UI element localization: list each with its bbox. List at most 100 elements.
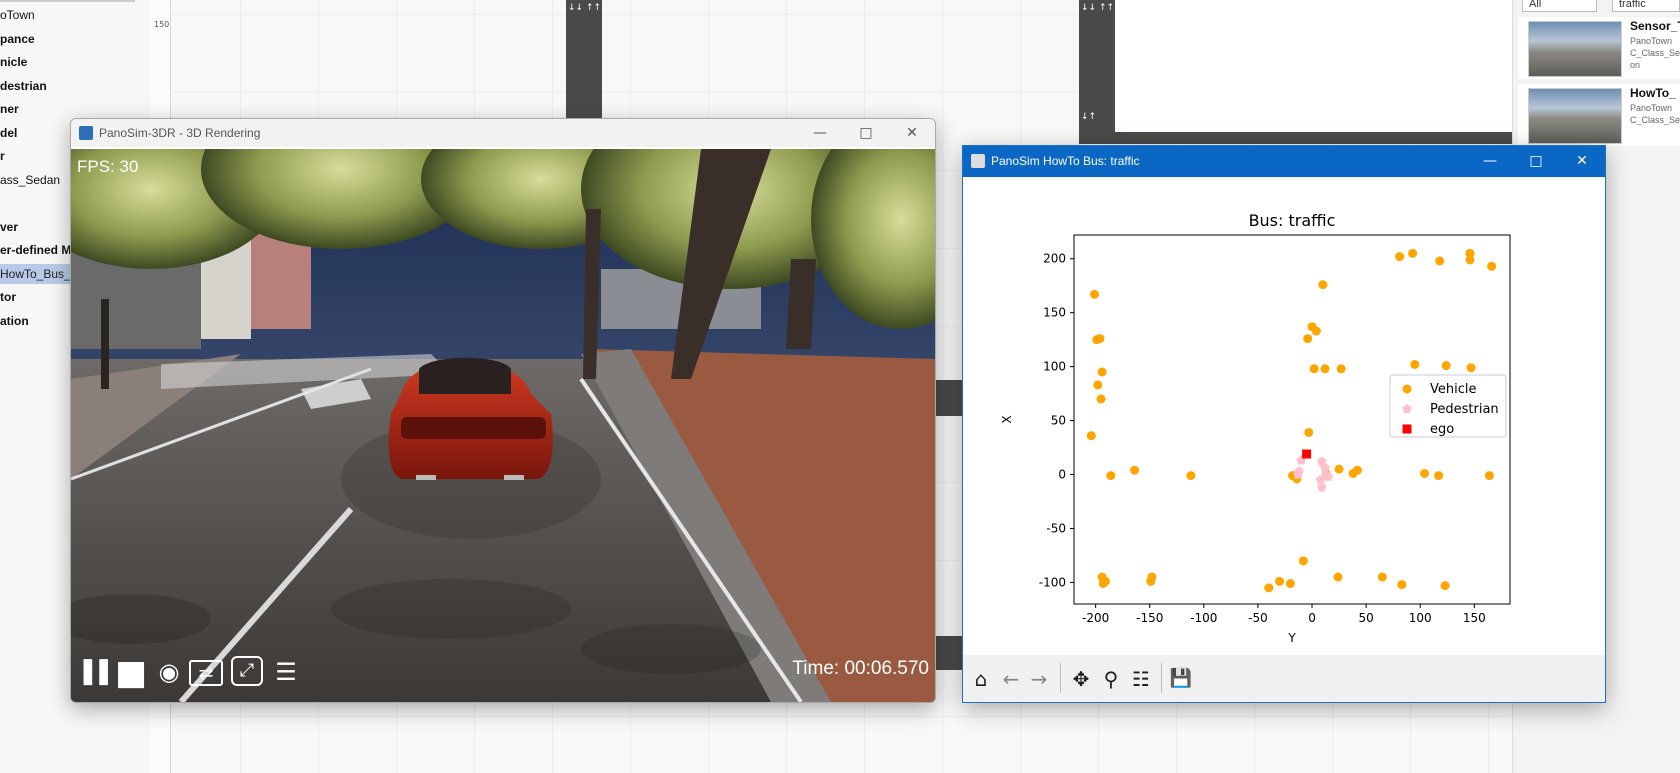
window-title: PanoSim-3DR - 3D Rendering [99, 126, 261, 140]
render-window-titlebar[interactable]: PanoSim-3DR - 3D Rendering — □ ✕ [71, 119, 935, 147]
resource-subtitle: PanoTown C_Class_Se [1630, 103, 1680, 125]
x-tick-label: 50 [1358, 611, 1373, 625]
ego-point [1302, 449, 1312, 459]
back-arrow-icon[interactable]: ← [997, 665, 1025, 693]
vehicle-point [1484, 471, 1494, 481]
x-tick-label: -200 [1082, 611, 1109, 625]
vehicle-point [1465, 255, 1475, 265]
configure-subplots-icon[interactable]: ☷ [1127, 665, 1155, 693]
vehicle-point [1333, 572, 1343, 582]
y-tick-label: -100 [1039, 575, 1066, 589]
road-segment [566, 0, 602, 120]
tree-item[interactable]: nicle [0, 52, 150, 72]
vehicle-point [1434, 471, 1444, 481]
y-tick-label: -50 [1046, 521, 1066, 535]
x-tick-label: 100 [1409, 611, 1432, 625]
panel-top-bar [0, 0, 135, 2]
vehicle-point [1410, 359, 1420, 369]
fps-counter: FPS: 30 [77, 157, 139, 176]
maximize-button[interactable]: □ [1513, 146, 1559, 177]
resource-thumbnail [1528, 21, 1622, 77]
vehicle-point [1304, 427, 1314, 437]
vehicle-point [1420, 468, 1430, 478]
fullscreen-button[interactable]: ⤢ [231, 656, 263, 686]
pan-icon[interactable]: ✥ [1067, 665, 1095, 693]
road-segment [1079, 132, 1512, 144]
plot-area[interactable]: Bus: traffic -200 -150 -100 -50 0 50 100 150 -100… [963, 177, 1605, 655]
plot-toolbar: ⌂ ← → ✥ ⚲ ☷ 💾 [963, 655, 1605, 702]
maximize-button[interactable]: □ [843, 119, 889, 147]
forward-arrow-icon[interactable]: → [1025, 665, 1053, 693]
tree-item[interactable]: HowTo_Bus_t [0, 263, 70, 284]
plot-window[interactable]: PanoSim HowTo Bus: traffic — □ ✕ Bus: tr… [962, 145, 1606, 703]
y-tick-label: 100 [1043, 360, 1066, 374]
toolbar-separator [1060, 663, 1061, 693]
render-window[interactable]: PanoSim-3DR - 3D Rendering — □ ✕ FPS: 30… [70, 118, 936, 703]
map-overlay-panel [1115, 0, 1515, 132]
lane-arrows-label: ↓↓ ↑↑ [568, 3, 602, 13]
tree-item[interactable]: destrian [0, 76, 150, 96]
category-filter-select[interactable]: All [1522, 0, 1597, 12]
vehicle-point [1186, 471, 1196, 481]
tree-item[interactable]: oTown [0, 5, 150, 25]
legend-marker [1402, 384, 1412, 394]
vehicle-point [1146, 576, 1156, 586]
vehicle-point [1106, 471, 1116, 481]
app-icon [971, 154, 985, 168]
vehicle-point [1264, 583, 1274, 593]
vehicle-point [1397, 580, 1407, 590]
close-button[interactable]: ✕ [1559, 146, 1605, 177]
legend-label: Pedestrian [1430, 402, 1499, 417]
y-tick-label: 150 [1043, 306, 1066, 320]
resource-card[interactable]: Sensor_T PanoTown C_Class_Se on [1518, 17, 1680, 79]
vehicle-point [1303, 334, 1313, 344]
zoom-icon[interactable]: ⚲ [1097, 665, 1125, 693]
pause-button[interactable]: ❚❚ [77, 656, 115, 686]
x-axis-label: Y [1287, 631, 1296, 645]
vehicle-point [1336, 364, 1346, 374]
vehicle-point [1318, 280, 1328, 290]
3d-viewport[interactable]: FPS: 30 Time: 00:06.570 ❚❚ ■ ◉ ⇄ ⤢ ☰ [71, 149, 935, 702]
ruler-label: 150 [154, 20, 170, 29]
home-icon[interactable]: ⌂ [967, 665, 995, 693]
y-tick-label: 50 [1051, 414, 1066, 428]
vehicle-point [1440, 581, 1450, 591]
menu-list-button[interactable]: ☰ [271, 658, 301, 686]
resource-title: HowTo_ [1630, 86, 1676, 100]
save-icon[interactable]: 💾 [1167, 665, 1195, 693]
grid-line [170, 716, 1510, 717]
tree-item[interactable]: ner [0, 99, 150, 119]
scene-render [71, 149, 935, 702]
tree-item[interactable]: pance [0, 29, 150, 49]
vehicle-point [1487, 261, 1497, 271]
plot-window-titlebar[interactable]: PanoSim HowTo Bus: traffic — □ ✕ [963, 146, 1605, 177]
y-axis-label: X [1000, 415, 1014, 423]
vehicle-point [1334, 464, 1344, 474]
resource-search-input[interactable]: traffic [1612, 0, 1680, 12]
vehicle-point [1096, 394, 1106, 404]
vehicle-point [1435, 256, 1445, 266]
close-button[interactable]: ✕ [889, 119, 935, 147]
swap-view-button[interactable]: ⇄ [189, 660, 223, 686]
vehicle-point [1352, 465, 1362, 475]
resource-title: Sensor_T [1630, 19, 1680, 33]
vehicle-point [1130, 465, 1140, 475]
vehicle-point [1093, 380, 1103, 390]
vehicle-point [1441, 361, 1451, 371]
vehicle-point [1090, 289, 1100, 299]
minimize-button[interactable]: — [1467, 146, 1513, 177]
resource-card[interactable]: HowTo_ PanoTown C_Class_Se [1518, 84, 1680, 146]
vehicle-point [1275, 576, 1285, 586]
camera-view-icon[interactable]: ◉ [155, 658, 183, 686]
stop-button[interactable]: ■ [115, 656, 147, 690]
vehicle-point [1320, 364, 1330, 374]
x-tick-label: 150 [1463, 611, 1486, 625]
road-segment [934, 636, 964, 670]
chart-title: Bus: traffic [1249, 211, 1336, 230]
vehicle-point [1311, 326, 1321, 336]
minimize-button[interactable]: — [797, 119, 843, 147]
toolbar-separator [1161, 663, 1162, 693]
x-tick-label: -100 [1190, 611, 1217, 625]
legend-marker [1402, 424, 1412, 434]
sim-time-display: Time: 00:06.570 [792, 658, 929, 679]
